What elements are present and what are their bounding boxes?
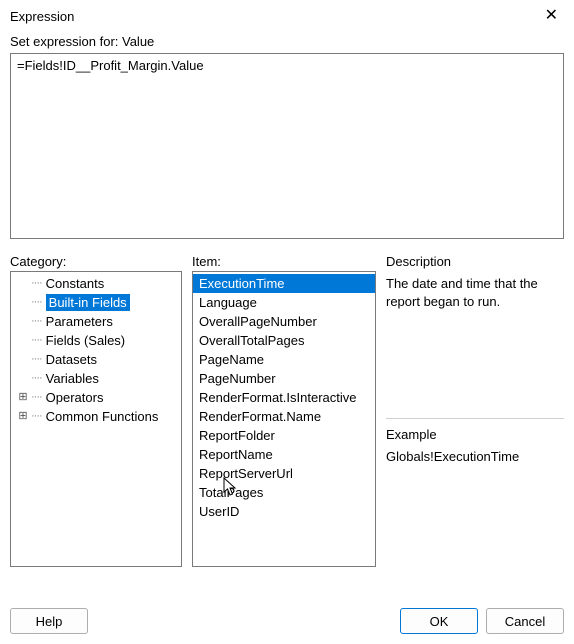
- info-column: Description The date and time that the r…: [386, 254, 564, 567]
- item-list-entry[interactable]: OverallPageNumber: [193, 312, 375, 331]
- ok-button[interactable]: OK: [400, 608, 478, 634]
- item-list-entry[interactable]: PageNumber: [193, 369, 375, 388]
- category-item-label: Parameters: [46, 313, 113, 330]
- category-item[interactable]: ···· Constants: [11, 274, 181, 293]
- category-item[interactable]: ···· Built-in Fields: [11, 293, 181, 312]
- tree-connector: ····: [31, 351, 42, 368]
- expand-icon[interactable]: ⊞: [17, 389, 29, 406]
- panels: Category: ···· Constants ···· Built-in Fiel…: [10, 254, 564, 567]
- tree-connector: ····: [31, 313, 42, 330]
- item-label: Item:: [192, 254, 376, 269]
- tree-connector: ····: [31, 294, 42, 311]
- tree-connector: ····: [31, 275, 42, 292]
- category-item[interactable]: ⊞···· Common Functions: [11, 407, 181, 426]
- dialog-content: Set expression for: Value Category: ····…: [0, 30, 574, 567]
- example-section: Example Globals!ExecutionTime: [386, 427, 564, 466]
- item-list-entry[interactable]: ExecutionTime: [193, 274, 375, 293]
- item-list-entry[interactable]: TotalPages: [193, 483, 375, 502]
- expand-icon[interactable]: ⊞: [17, 408, 29, 425]
- window-title: Expression: [10, 9, 74, 24]
- item-list-entry[interactable]: PageName: [193, 350, 375, 369]
- item-column: Item: ExecutionTimeLanguageOverallPageNu…: [192, 254, 376, 567]
- category-label: Category:: [10, 254, 182, 269]
- item-list-entry[interactable]: OverallTotalPages: [193, 331, 375, 350]
- category-item-label: Constants: [46, 275, 105, 292]
- description-section: Description The date and time that the r…: [386, 254, 564, 402]
- category-item-label: Common Functions: [46, 408, 159, 425]
- item-list-entry[interactable]: ReportServerUrl: [193, 464, 375, 483]
- item-list-entry[interactable]: ReportFolder: [193, 426, 375, 445]
- tree-connector: ····: [31, 332, 42, 349]
- description-text: The date and time that the report began …: [386, 275, 564, 310]
- category-item[interactable]: ···· Variables: [11, 369, 181, 388]
- category-column: Category: ···· Constants ···· Built-in Fiel…: [10, 254, 182, 567]
- category-item-label: Variables: [46, 370, 99, 387]
- dialog-footer: Help OK Cancel: [10, 608, 564, 634]
- divider: [386, 418, 564, 419]
- expression-textarea[interactable]: [10, 53, 564, 239]
- category-item[interactable]: ···· Parameters: [11, 312, 181, 331]
- item-listbox[interactable]: ExecutionTimeLanguageOverallPageNumberOv…: [192, 271, 376, 567]
- item-list-entry[interactable]: RenderFormat.IsInteractive: [193, 388, 375, 407]
- category-item-label: Datasets: [46, 351, 97, 368]
- tree-connector: ····: [31, 408, 42, 425]
- category-item[interactable]: ⊞···· Operators: [11, 388, 181, 407]
- category-item[interactable]: ···· Datasets: [11, 350, 181, 369]
- category-item-label: Fields (Sales): [46, 332, 125, 349]
- item-list-entry[interactable]: ReportName: [193, 445, 375, 464]
- description-label: Description: [386, 254, 564, 269]
- category-item-label: Built-in Fields: [46, 294, 130, 311]
- help-button[interactable]: Help: [10, 608, 88, 634]
- titlebar: Expression ✕: [0, 0, 574, 30]
- example-label: Example: [386, 427, 564, 442]
- category-item[interactable]: ···· Fields (Sales): [11, 331, 181, 350]
- example-text: Globals!ExecutionTime: [386, 448, 564, 466]
- cancel-button[interactable]: Cancel: [486, 608, 564, 634]
- category-item-label: Operators: [46, 389, 104, 406]
- category-listbox[interactable]: ···· Constants ···· Built-in Fields ···· Para…: [10, 271, 182, 567]
- close-icon[interactable]: ✕: [539, 6, 564, 26]
- item-list-entry[interactable]: UserID: [193, 502, 375, 521]
- set-expression-label: Set expression for: Value: [10, 34, 564, 49]
- item-list-entry[interactable]: RenderFormat.Name: [193, 407, 375, 426]
- footer-right: OK Cancel: [400, 608, 564, 634]
- tree-connector: ····: [31, 389, 42, 406]
- tree-connector: ····: [31, 370, 42, 387]
- item-list-entry[interactable]: Language: [193, 293, 375, 312]
